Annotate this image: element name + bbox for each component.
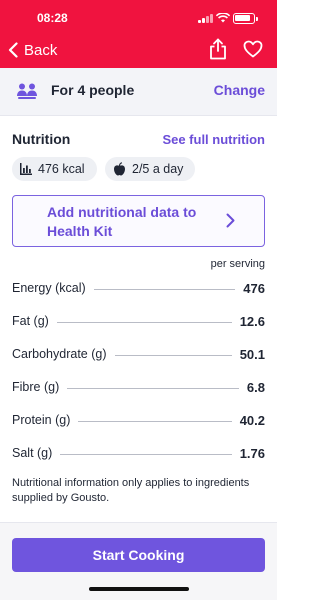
calories-chip: 476 kcal — [12, 157, 97, 181]
battery-icon — [233, 13, 258, 24]
see-full-nutrition-link[interactable]: See full nutrition — [162, 132, 265, 147]
start-cooking-button[interactable]: Start Cooking — [12, 538, 265, 572]
share-icon[interactable] — [208, 38, 228, 60]
row-divider — [78, 420, 232, 422]
nutrition-row-fibre: Fibre (g) 6.8 — [12, 378, 265, 396]
nutrient-label: Fibre (g) — [12, 380, 60, 394]
nutrient-label: Energy (kcal) — [12, 281, 86, 295]
status-bar: 08:28 — [0, 8, 277, 28]
nutrient-value: 40.2 — [239, 412, 265, 428]
row-divider — [93, 288, 236, 290]
bar-chart-icon — [20, 163, 32, 175]
nutrition-disclaimer: Nutritional information only applies to … — [12, 477, 250, 504]
back-label: Back — [24, 41, 58, 59]
signal-icon — [198, 14, 214, 23]
calories-chip-label: 476 kcal — [38, 162, 85, 176]
chevron-right-icon — [226, 213, 235, 228]
apple-icon — [114, 162, 125, 176]
nutrition-row-salt: Salt (g) 1.76 — [12, 444, 265, 462]
add-to-health-kit-button[interactable]: Add nutritional data to Health Kit — [12, 195, 265, 247]
nutrient-label: Salt (g) — [12, 446, 53, 460]
nutrient-value: 50.1 — [239, 346, 265, 362]
nutrient-value: 12.6 — [239, 313, 265, 329]
row-divider — [114, 354, 232, 356]
servings-text: For 4 people — [51, 82, 135, 98]
change-servings-button[interactable]: Change — [214, 82, 265, 98]
nutrient-value: 6.8 — [246, 379, 265, 395]
nutrient-value: 1.76 — [239, 445, 265, 461]
nutrient-label: Fat (g) — [12, 314, 49, 328]
nutrition-row-energy: Energy (kcal) 476 — [12, 279, 265, 297]
nutrition-title: Nutrition — [12, 131, 71, 147]
nutrient-label: Protein (g) — [12, 413, 71, 427]
people-icon — [17, 83, 37, 99]
nutrient-label: Carbohydrate (g) — [12, 347, 107, 361]
back-button[interactable]: Back — [8, 39, 57, 61]
five-a-day-chip: 2/5 a day — [105, 157, 195, 181]
per-serving-label: per serving — [210, 258, 265, 270]
home-indicator[interactable] — [89, 587, 189, 591]
heart-icon[interactable] — [243, 40, 263, 58]
five-a-day-chip-label: 2/5 a day — [132, 162, 184, 176]
servings-bar: For 4 people Change — [0, 68, 277, 116]
nutrition-row-protein: Protein (g) 40.2 — [12, 411, 265, 429]
top-bar: 08:28 Back — [0, 0, 277, 68]
row-divider — [56, 321, 232, 323]
nutrition-row-carbohydrate: Carbohydrate (g) 50.1 — [12, 345, 265, 363]
row-divider — [60, 453, 232, 455]
nutrient-value: 476 — [243, 280, 265, 296]
nutrition-row-fat: Fat (g) 12.6 — [12, 312, 265, 330]
wifi-icon — [216, 13, 230, 23]
nav-row: Back — [0, 36, 277, 64]
row-divider — [67, 387, 239, 389]
health-kit-label: Add nutritional data to Health Kit — [47, 204, 197, 239]
chevron-left-icon — [8, 42, 18, 58]
status-time: 08:28 — [37, 11, 68, 25]
